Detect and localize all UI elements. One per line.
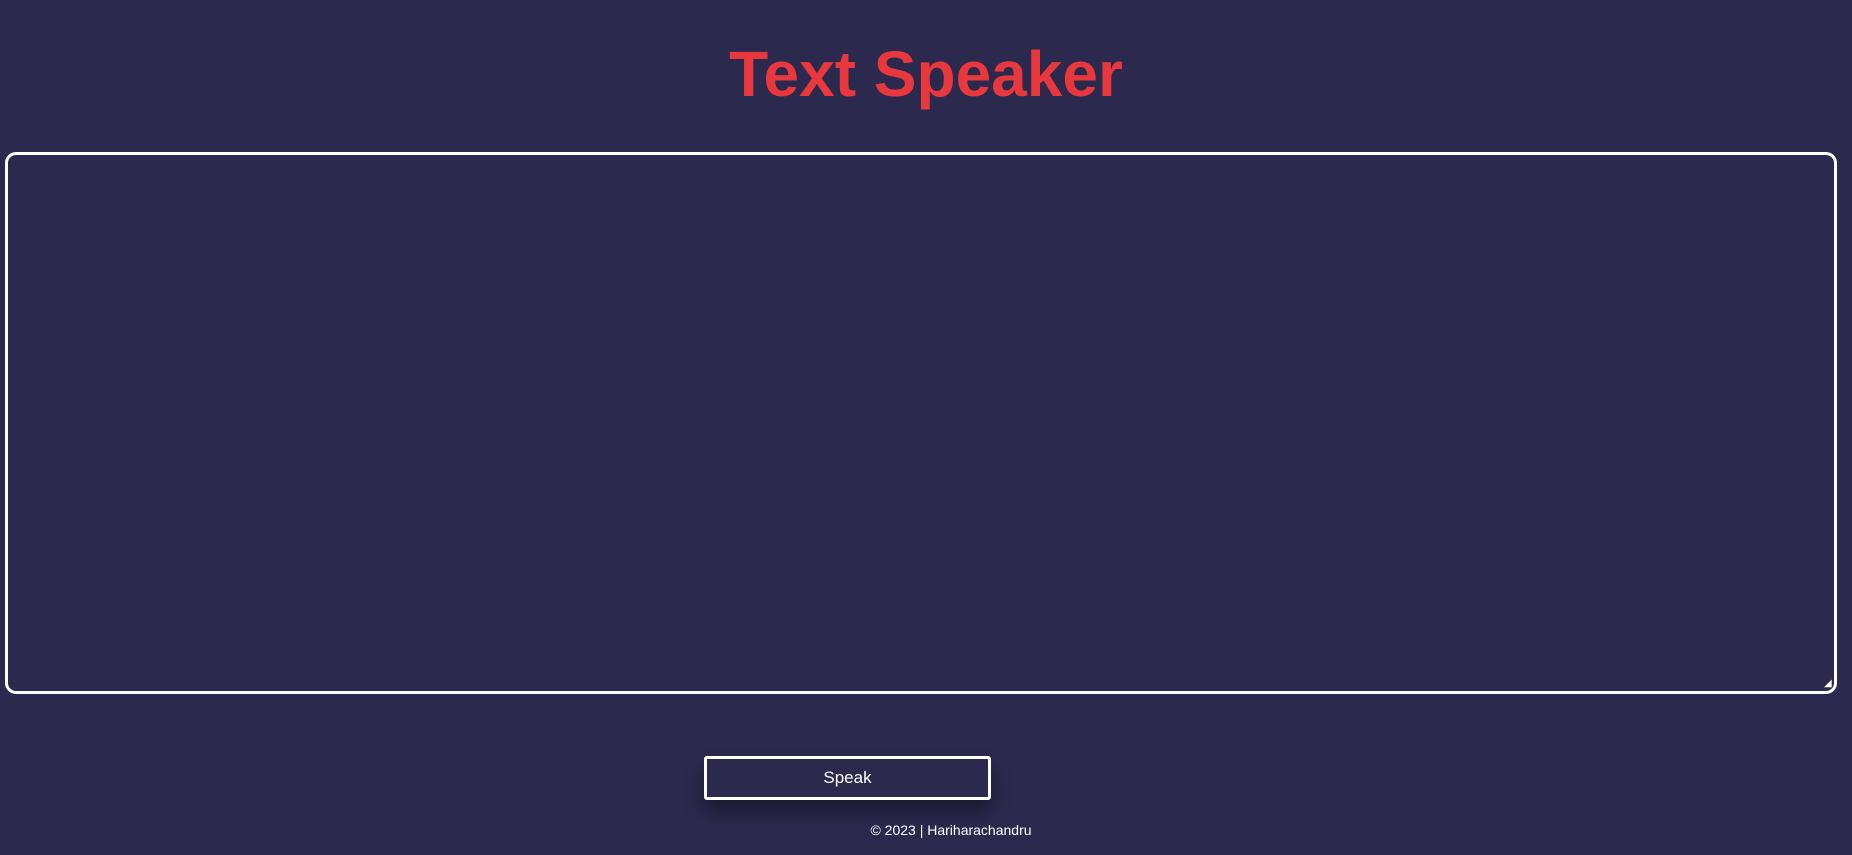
speak-button[interactable]: Speak: [704, 756, 991, 800]
page: Text Speaker ◢ Speak © 2023 | Hariharach…: [0, 0, 1852, 855]
text-input[interactable]: [5, 152, 1837, 694]
footer-credit: © 2023 | Hariharachandru: [870, 822, 1032, 838]
page-title: Text Speaker: [729, 38, 1123, 110]
